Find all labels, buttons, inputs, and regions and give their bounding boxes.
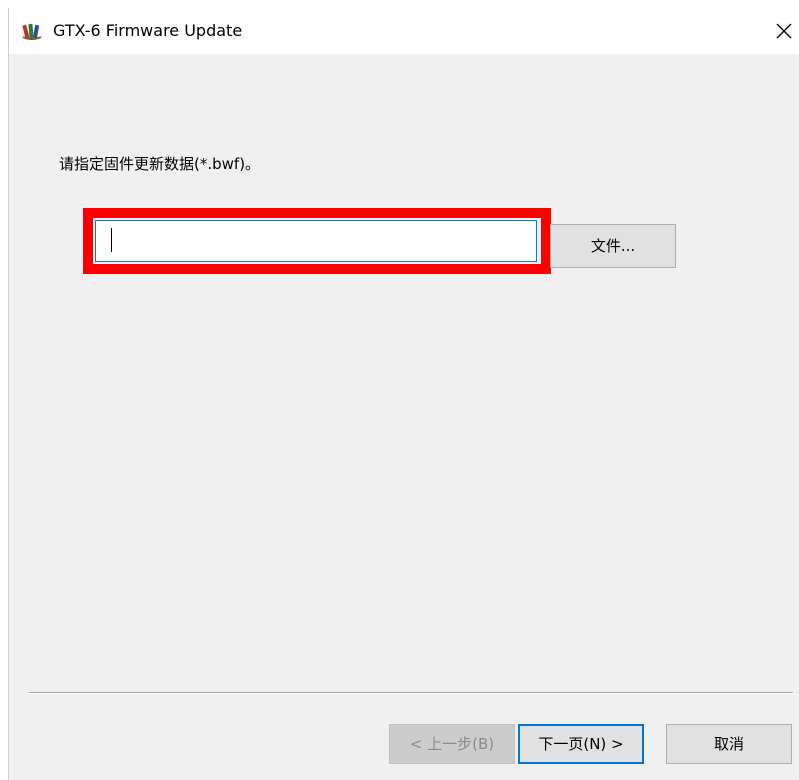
instruction-text: 请指定固件更新数据(*.bwf)。 xyxy=(59,155,261,173)
browse-file-button[interactable]: 文件... xyxy=(550,224,676,268)
next-button[interactable]: 下一页(N) > xyxy=(518,724,644,764)
text-cursor xyxy=(111,228,112,252)
firmware-file-path-input[interactable] xyxy=(95,220,537,262)
window-title: GTX-6 Firmware Update xyxy=(53,21,243,40)
close-button[interactable] xyxy=(769,16,799,46)
app-icon xyxy=(22,22,42,42)
firmware-update-dialog: GTX-6 Firmware Update 请指定固件更新数据(*.bwf)。 … xyxy=(8,8,799,780)
close-icon xyxy=(776,23,792,39)
cancel-button[interactable]: 取消 xyxy=(666,724,792,764)
title-bar[interactable]: GTX-6 Firmware Update xyxy=(9,8,799,54)
footer-divider xyxy=(29,692,793,694)
back-button[interactable]: < 上一步(B) xyxy=(389,724,515,764)
